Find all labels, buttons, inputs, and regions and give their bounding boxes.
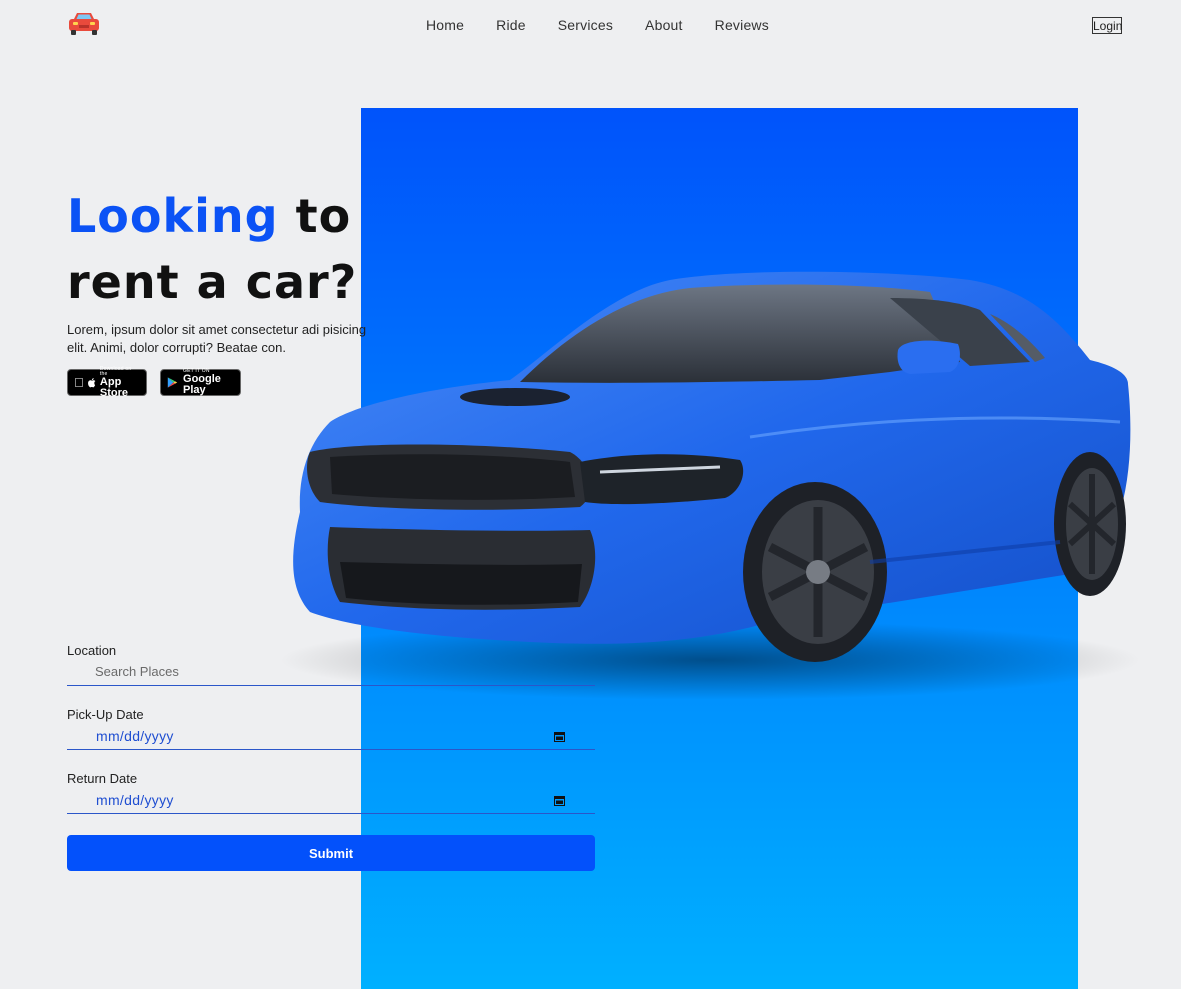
pickup-date-input[interactable]: mm/dd/yyyy [67,726,595,750]
google-play-big-text: Google Play [183,373,221,396]
login-button[interactable]: Login [1092,17,1122,34]
return-date-field: Return Date mm/dd/yyyy [67,771,595,835]
apple-logo-icon [87,378,96,388]
nav-about[interactable]: About [645,17,683,33]
calendar-icon[interactable] [554,795,565,806]
submit-button[interactable]: Submit [67,835,595,871]
app-store-big-text: App Store [91,373,128,398]
store-badges:  Download on the App Store GET IT ON Go… [67,366,241,399]
hero-title-accent: Looking [67,189,279,243]
pickup-date-label: Pick-Up Date [67,707,144,722]
main-nav: Home Ride Services About Reviews [426,17,769,33]
pickup-date-field: Pick-Up Date mm/dd/yyyy [67,707,595,771]
calendar-icon[interactable] [554,731,565,742]
google-play-icon [167,377,178,388]
rental-form: Location Pick-Up Date mm/dd/yyyy Return … [67,643,595,871]
apple-icon:  [74,376,84,389]
app-store-small-text: Download on the [91,366,133,376]
app-store-badge[interactable]:  Download on the App Store [67,366,147,399]
nav-reviews[interactable]: Reviews [715,17,769,33]
nav-ride[interactable]: Ride [496,17,526,33]
location-input-row [67,662,595,686]
return-date-label: Return Date [67,771,138,786]
pickup-date-value: mm/dd/yyyy [96,728,174,744]
hero-title-part: to [295,189,352,243]
location-label: Location [67,643,117,658]
car-logo-icon[interactable] [66,10,102,36]
nav-home[interactable]: Home [426,17,464,33]
location-field: Location [67,643,595,707]
location-input[interactable] [95,664,515,679]
blue-car-image [280,271,1140,700]
return-date-value: mm/dd/yyyy [96,792,174,808]
google-play-texts: GET IT ON Google Play [183,369,233,396]
google-play-badge[interactable]: GET IT ON Google Play [160,369,241,396]
return-date-input[interactable]: mm/dd/yyyy [67,790,595,814]
app-store-texts: Download on the App Store [91,366,139,399]
nav-services[interactable]: Services [558,17,613,33]
